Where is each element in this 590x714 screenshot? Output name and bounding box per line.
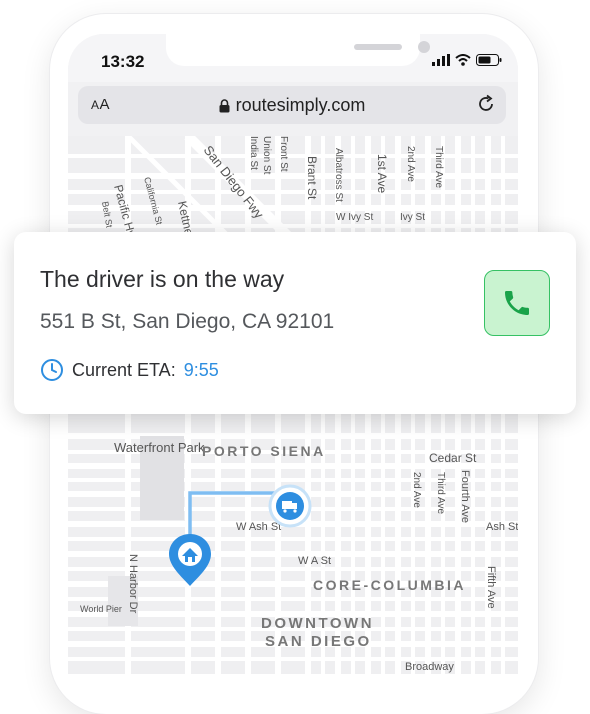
status-icons [432,54,502,66]
map-label: Third Ave [433,146,444,188]
map-label: 1st Ave [375,154,389,193]
address-bar[interactable]: AA routesimply.com [78,86,506,124]
camera [418,41,430,53]
map-label: Fifth Ave [485,566,497,609]
map-label: Fourth Ave [459,470,471,523]
map-label: Brant St [305,156,319,200]
eta-value: 9:55 [183,359,219,380]
map-label: PORTO SIENA [202,443,326,459]
url-text: routesimply.com [235,95,366,115]
wifi-icon [455,54,471,66]
map-label: Broadway [405,661,454,673]
battery-icon [476,54,502,66]
card-title: The driver is on the way [40,266,285,292]
eta-row: Current ETA: 9:55 [40,358,219,382]
map-label: SAN DIEGO [265,633,372,650]
map-label: DOWNTOWN [261,615,374,632]
map-label: Waterfront Park [114,440,205,455]
status-bar: 13:32 [68,34,518,82]
map-label: N Harbor Dr [127,554,139,614]
map-label: Third Ave [435,472,446,514]
lock-icon [219,98,230,112]
notch [166,34,430,66]
map-label: Cedar St [429,451,477,465]
map-label: CORE-COLUMBIA [313,577,466,593]
driver-marker[interactable] [268,484,312,528]
eta-label: Current ETA: [72,359,176,380]
reload-icon[interactable] [476,94,496,114]
delivery-address: 551 B St, San Diego, CA 92101 [40,310,335,333]
clock-icon [41,359,63,381]
speaker [354,44,402,50]
url-display[interactable]: routesimply.com [78,95,506,116]
map-label: W Ivy St [336,212,373,223]
phone-icon [505,291,529,315]
map-label: W Ash St [236,521,281,533]
map-label: Ivy St [400,212,425,223]
map-label: Ash St [486,521,518,533]
map-label: India St [248,136,259,170]
map-label: 2nd Ave [411,472,422,508]
map-label: 2nd Ave [405,146,416,182]
map-label: Union St [261,136,272,175]
map-label: W A St [298,555,331,567]
map-label: World Pier [80,604,122,614]
signal-icon [432,54,450,66]
status-time: 13:32 [101,52,145,71]
delivery-status-card: The driver is on the way 551 B St, San D… [14,232,576,414]
map-label: Front St [278,136,289,172]
call-driver-button[interactable] [484,270,550,336]
map-label: Albatross St [333,148,344,202]
